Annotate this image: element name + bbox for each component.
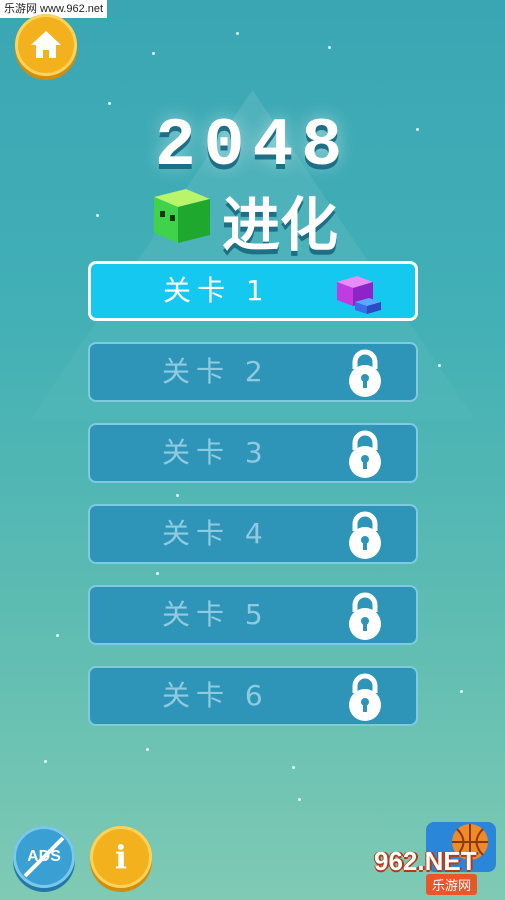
star — [108, 102, 111, 105]
level-label: 关卡 1 — [163, 274, 270, 307]
star — [44, 760, 47, 763]
home-button[interactable] — [15, 14, 77, 76]
level-3-button[interactable]: 关卡 3 — [88, 423, 418, 483]
level-label: 关卡 3 — [162, 436, 269, 469]
star — [152, 52, 155, 55]
info-icon: i — [114, 838, 128, 876]
star — [292, 766, 295, 769]
level-list: 关卡 1 关卡 2 关卡 3 关卡 4 关卡 5 关卡 6 — [88, 261, 418, 747]
level-6-button[interactable]: 关卡 6 — [88, 666, 418, 726]
info-button[interactable]: i — [90, 826, 152, 888]
lock-icon — [349, 511, 381, 559]
watermark-bottom: 962.NET 乐游网 — [368, 822, 500, 896]
star — [438, 364, 441, 367]
logo-title: 2048 — [154, 108, 351, 185]
level-label: 关卡 4 — [162, 517, 269, 550]
lock-icon — [349, 673, 381, 721]
green-cube-icon — [154, 189, 210, 243]
lock-icon — [349, 349, 381, 397]
star — [460, 690, 463, 693]
level-label: 关卡 2 — [162, 355, 269, 388]
star — [328, 46, 331, 49]
level-1-button[interactable]: 关卡 1 — [88, 261, 418, 321]
star — [236, 32, 239, 35]
home-icon — [31, 31, 61, 58]
purple-cube-icon — [337, 276, 381, 314]
level-2-button[interactable]: 关卡 2 — [88, 342, 418, 402]
watermark-main: 962.NET — [374, 846, 477, 876]
star — [146, 748, 149, 751]
remove-ads-button[interactable]: ADS — [13, 826, 75, 888]
level-5-button[interactable]: 关卡 5 — [88, 585, 418, 645]
star — [298, 798, 301, 801]
level-label: 关卡 6 — [162, 679, 269, 712]
lock-icon — [349, 592, 381, 640]
star — [56, 634, 59, 637]
star — [96, 214, 99, 217]
level-4-button[interactable]: 关卡 4 — [88, 504, 418, 564]
level-label: 关卡 5 — [162, 598, 269, 631]
no-ads-icon — [23, 836, 65, 878]
logo-subtitle: 进化 — [222, 191, 339, 259]
watermark-sub: 乐游网 — [426, 874, 478, 895]
lock-icon — [349, 430, 381, 478]
